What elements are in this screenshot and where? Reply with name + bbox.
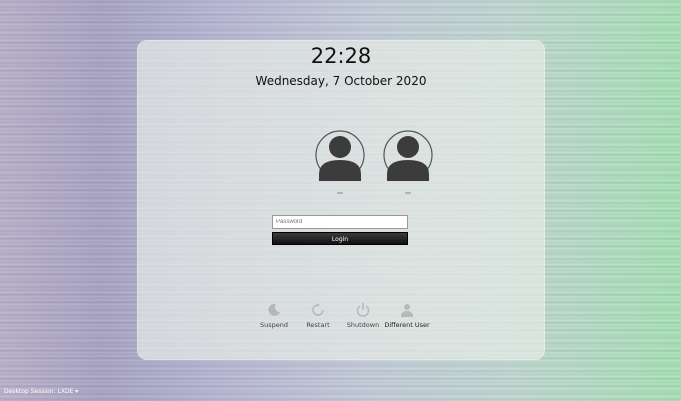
user-avatar-icon <box>315 130 365 181</box>
chevron-down-icon: ▾ <box>75 388 79 395</box>
session-selector[interactable]: Desktop Session: LXDE ▾ <box>4 388 78 395</box>
password-field[interactable] <box>272 215 408 229</box>
user-avatar-1[interactable] <box>315 130 365 194</box>
user-indicator <box>405 192 411 194</box>
restart-label: Restart <box>306 321 330 329</box>
different-user-button[interactable]: Different User <box>382 302 432 329</box>
suspend-button[interactable]: Suspend <box>249 302 299 329</box>
user-indicator <box>337 192 343 194</box>
restart-icon <box>312 303 324 316</box>
shutdown-button[interactable]: Shutdown <box>338 302 388 329</box>
session-label: Desktop Session: LXDE <box>4 388 74 395</box>
different-user-icon <box>401 304 413 317</box>
suspend-label: Suspend <box>259 321 288 329</box>
suspend-icon <box>268 303 280 316</box>
login-panel: 22:28 Wednesday, 7 October 2020 Login Su… <box>137 40 545 360</box>
different-user-label: Different User <box>384 321 430 329</box>
shutdown-label: Shutdown <box>346 321 380 329</box>
restart-button[interactable]: Restart <box>293 302 343 329</box>
login-button[interactable]: Login <box>272 232 408 245</box>
user-avatar-2[interactable] <box>383 130 433 194</box>
clock-date: Wednesday, 7 October 2020 <box>255 74 427 88</box>
user-avatar-icon <box>383 130 433 181</box>
shutdown-icon <box>356 303 370 317</box>
clock-time: 22:28 <box>310 44 372 68</box>
